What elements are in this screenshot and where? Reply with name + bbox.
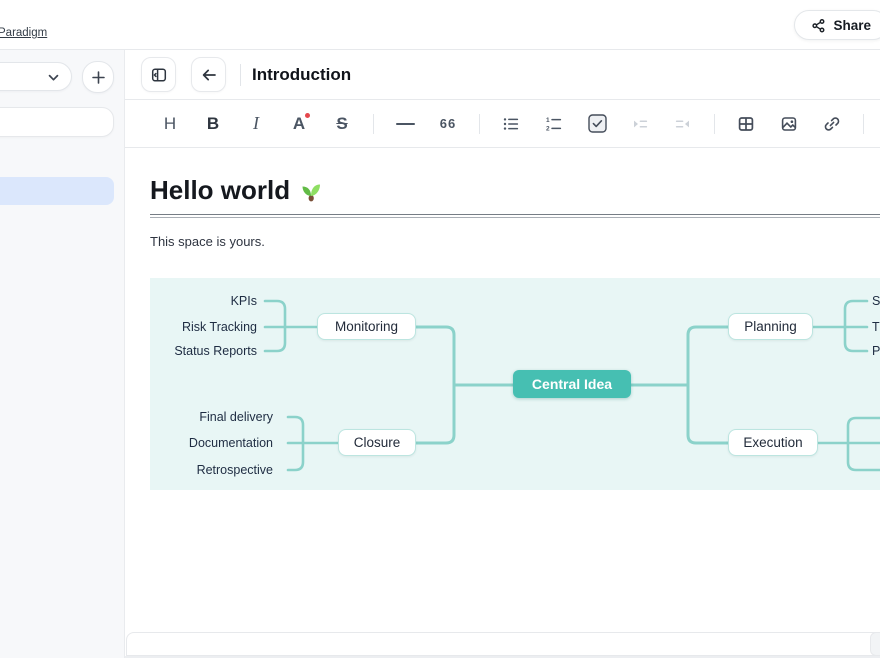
back-arrow-icon bbox=[200, 66, 218, 84]
toolbar-divider bbox=[714, 114, 715, 134]
insert-table-button[interactable] bbox=[734, 110, 758, 138]
mindmap-leaf-risk-tracking: Risk Tracking bbox=[182, 320, 257, 334]
header-divider bbox=[240, 64, 241, 86]
document-paragraph[interactable]: This space is yours. bbox=[150, 234, 265, 249]
insert-image-button[interactable] bbox=[777, 110, 801, 138]
mindmap-node-monitoring[interactable]: Monitoring bbox=[317, 313, 416, 340]
mindmap-leaf-final-delivery: Final delivery bbox=[199, 410, 273, 424]
horizontal-rule-icon bbox=[396, 123, 415, 125]
mindmap-node-planning[interactable]: Planning bbox=[728, 313, 813, 340]
italic-icon: I bbox=[253, 113, 259, 134]
share-label: Share bbox=[833, 18, 871, 33]
mindmap-node-closure[interactable]: Closure bbox=[338, 429, 416, 456]
numbered-list-icon: 1 2 bbox=[545, 115, 563, 133]
back-button[interactable] bbox=[191, 57, 226, 92]
outdent-button[interactable] bbox=[671, 110, 695, 138]
mindmap-leaf-clipped-1: S bbox=[872, 294, 880, 308]
heading-icon: H bbox=[164, 114, 176, 134]
mindmap-leaf-clipped-3: P bbox=[872, 344, 880, 358]
title-rule bbox=[150, 214, 880, 218]
toolbar-divider bbox=[373, 114, 374, 134]
bold-button[interactable]: B bbox=[201, 110, 225, 138]
strikethrough-icon: S bbox=[336, 114, 347, 134]
mindmap-node-execution[interactable]: Execution bbox=[728, 429, 818, 456]
toolbar-divider bbox=[863, 114, 864, 134]
text-color-icon: A bbox=[293, 114, 305, 134]
indent-icon bbox=[631, 115, 649, 133]
document-title[interactable]: Hello world bbox=[150, 175, 323, 206]
insert-link-button[interactable] bbox=[820, 110, 844, 138]
mindmap-leaf-clipped-2: T bbox=[872, 320, 880, 334]
blockquote-button[interactable]: 66 bbox=[436, 110, 460, 138]
app-window: Paradigm Share bbox=[0, 0, 880, 658]
task-list-icon bbox=[588, 114, 607, 133]
workspace-selector[interactable] bbox=[0, 62, 72, 91]
numbered-list-button[interactable]: 1 2 bbox=[542, 110, 566, 138]
bullet-list-icon bbox=[502, 115, 520, 133]
editor-footer: Markdown bbox=[126, 632, 880, 656]
toggle-sidebar-button[interactable] bbox=[141, 57, 176, 92]
mindmap-leaf-status-reports: Status Reports bbox=[174, 344, 257, 358]
share-icon bbox=[811, 18, 826, 33]
mindmap-node-central[interactable]: Central Idea bbox=[513, 370, 631, 398]
page-title: Introduction bbox=[252, 65, 351, 85]
sidebar-item-selected[interactable] bbox=[0, 177, 114, 205]
indent-button[interactable] bbox=[628, 110, 652, 138]
quote-icon: 66 bbox=[440, 116, 456, 131]
plus-icon bbox=[90, 69, 107, 86]
chevron-down-icon bbox=[45, 69, 62, 86]
color-dot bbox=[305, 113, 310, 118]
document-title-text: Hello world bbox=[150, 175, 290, 206]
sidebar-search-input[interactable] bbox=[0, 107, 114, 137]
markdown-mode-badge[interactable]: Markdown bbox=[870, 632, 880, 656]
formatting-toolbar: H B I A S 66 bbox=[125, 100, 880, 148]
seedling-emoji bbox=[299, 179, 323, 203]
mindmap-leaf-kpis: KPIs bbox=[231, 294, 257, 308]
svg-text:2: 2 bbox=[546, 125, 550, 132]
toolbar-divider bbox=[479, 114, 480, 134]
text-color-button[interactable]: A bbox=[287, 110, 311, 138]
top-bar: Paradigm Share bbox=[0, 0, 880, 50]
editor-content: Hello world This space is yours. bbox=[125, 148, 880, 582]
outdent-icon bbox=[674, 115, 692, 133]
main-panel: Introduction H B I A S bbox=[125, 50, 880, 658]
bullet-list-button[interactable] bbox=[499, 110, 523, 138]
document-header: Introduction bbox=[125, 50, 880, 100]
share-button[interactable]: Share bbox=[794, 10, 880, 40]
svg-text:1: 1 bbox=[546, 116, 550, 123]
heading-button[interactable]: H bbox=[158, 110, 182, 138]
mindmap-leaf-documentation: Documentation bbox=[189, 436, 273, 450]
table-icon bbox=[737, 115, 755, 133]
strikethrough-button[interactable]: S bbox=[330, 110, 354, 138]
italic-button[interactable]: I bbox=[244, 110, 268, 138]
panel-collapse-icon bbox=[150, 66, 168, 84]
add-page-button[interactable] bbox=[82, 61, 114, 93]
image-icon bbox=[780, 115, 798, 133]
horizontal-rule-button[interactable] bbox=[393, 110, 417, 138]
mindmap-leaf-retrospective: Retrospective bbox=[197, 463, 273, 477]
bold-icon: B bbox=[207, 114, 219, 134]
mindmap-widget[interactable]: Central Idea Monitoring Closure Planning… bbox=[150, 278, 880, 490]
task-list-button[interactable] bbox=[585, 110, 609, 138]
sidebar bbox=[0, 50, 125, 658]
link-icon bbox=[823, 115, 841, 133]
breadcrumb-link[interactable]: Paradigm bbox=[0, 27, 47, 39]
